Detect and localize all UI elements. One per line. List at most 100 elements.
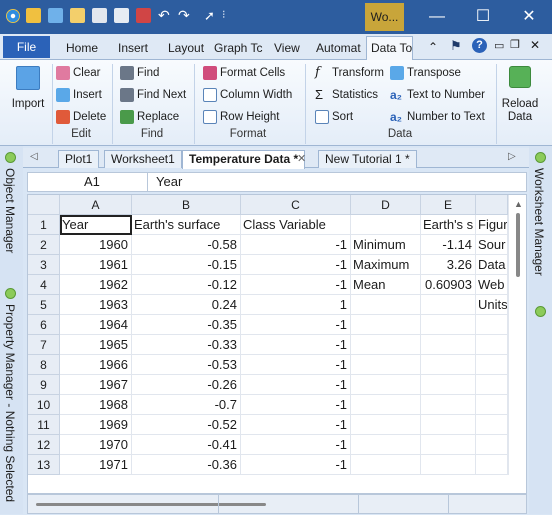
grid-cell[interactable]: -1 (241, 395, 351, 415)
close-tab-icon[interactable]: ✕ (297, 152, 306, 165)
grid-cell[interactable]: Sour (476, 235, 508, 255)
row-header[interactable]: 4 (28, 275, 60, 295)
grid-cell[interactable]: 1965 (60, 335, 132, 355)
grid-cell[interactable] (351, 295, 421, 315)
grid-cell[interactable] (421, 315, 476, 335)
new-workbook-icon[interactable] (48, 8, 63, 23)
grid-cell[interactable]: Earth's surface (132, 215, 241, 235)
reload-data-button[interactable]: Reload Data (500, 64, 540, 128)
property-manager-tab[interactable]: Property Manager - Nothing Selected (3, 304, 17, 514)
grid-cell[interactable]: -1 (241, 455, 351, 475)
grid-cell[interactable] (476, 415, 508, 435)
flag-icon[interactable]: ⚑ (450, 38, 462, 54)
grid-cell[interactable]: 1968 (60, 395, 132, 415)
import-button[interactable]: Import (10, 66, 46, 116)
grid-cell[interactable] (351, 335, 421, 355)
row-header[interactable]: 1 (28, 215, 60, 235)
row-header[interactable]: 10 (28, 395, 60, 415)
grid-cell[interactable] (351, 215, 421, 235)
grid-cell[interactable] (351, 415, 421, 435)
worksheet-manager-pin-icon[interactable] (535, 152, 546, 163)
tab-graph-tools[interactable]: Graph Tc (210, 38, 264, 60)
column-header[interactable]: C (241, 195, 351, 215)
close-button[interactable]: ✕ (506, 0, 552, 34)
worksheet-manager-bottom-pin-icon[interactable] (535, 306, 546, 317)
transpose-button[interactable]: Transpose (390, 64, 461, 82)
minimize-button[interactable]: — (414, 0, 460, 34)
grid-cell[interactable] (351, 395, 421, 415)
customize-qat-icon[interactable]: ⁝ (222, 8, 232, 23)
tab-file[interactable]: File (3, 36, 50, 58)
pointer-icon[interactable]: ➚ (204, 8, 219, 23)
grid-cell[interactable]: Maximum (351, 255, 421, 275)
horizontal-scroll-thumb[interactable] (36, 503, 266, 506)
grid-cell[interactable]: 1970 (60, 435, 132, 455)
grid-cell[interactable] (421, 355, 476, 375)
minimize-ribbon-icon[interactable]: ▭ (494, 39, 504, 52)
grid-cell[interactable] (351, 435, 421, 455)
window-title-tab[interactable]: Wo... (365, 3, 404, 31)
vertical-scrollbar[interactable]: ▲ (508, 195, 526, 475)
redo-icon[interactable]: ↷ (178, 8, 193, 23)
grid-cell[interactable]: -1 (241, 435, 351, 455)
grid-cell[interactable] (421, 415, 476, 435)
grid-cell[interactable]: -0.7 (132, 395, 241, 415)
transform-button[interactable]: 𝑓 Transform (315, 64, 384, 82)
select-all-corner[interactable] (28, 195, 60, 215)
undo-icon[interactable]: ↶ (158, 8, 173, 23)
text-to-number-button[interactable]: a₂ Text to Number (390, 86, 485, 104)
find-button[interactable]: Find (120, 64, 159, 82)
grid-cell[interactable] (476, 455, 508, 475)
grid-cell[interactable]: 1969 (60, 415, 132, 435)
grid-cell[interactable]: Mean (351, 275, 421, 295)
new-project-icon[interactable] (26, 8, 41, 23)
grid-cell[interactable] (351, 455, 421, 475)
replace-button[interactable]: Replace (120, 108, 179, 126)
grid-cell[interactable]: Web (476, 275, 508, 295)
grid-cell[interactable]: -1 (241, 315, 351, 335)
row-header[interactable]: 13 (28, 455, 60, 475)
row-header[interactable]: 3 (28, 255, 60, 275)
grid-cell[interactable]: Minimum (351, 235, 421, 255)
print-icon[interactable] (136, 8, 151, 23)
insert-button[interactable]: Insert (56, 86, 102, 104)
tab-layout[interactable]: Layout (164, 38, 208, 60)
grid-cell[interactable]: Figur (476, 215, 508, 235)
grid-cell[interactable]: 0.60903 (421, 275, 476, 295)
scroll-tabs-left-icon[interactable]: ◁ (30, 151, 38, 162)
grid-cell[interactable]: -1.14 (421, 235, 476, 255)
column-width-button[interactable]: Column Width (203, 86, 292, 104)
row-header[interactable]: 7 (28, 335, 60, 355)
open-icon[interactable] (92, 8, 107, 23)
scroll-thumb[interactable] (516, 213, 520, 277)
grid-cell[interactable]: 1964 (60, 315, 132, 335)
tab-view[interactable]: View (270, 38, 304, 60)
object-manager-tab[interactable]: Object Manager (3, 168, 17, 268)
row-header[interactable]: 11 (28, 415, 60, 435)
scroll-tabs-right-icon[interactable]: ▷ (508, 151, 516, 162)
tab-automation[interactable]: Automat (312, 38, 362, 60)
save-icon[interactable] (114, 8, 129, 23)
grid-cell[interactable]: Class Variable (241, 215, 351, 235)
grid-cell[interactable]: -1 (241, 235, 351, 255)
worksheet-manager-tab[interactable]: Worksheet Manager (532, 168, 546, 288)
scroll-up-arrow-icon[interactable]: ▲ (514, 199, 523, 209)
row-header[interactable]: 5 (28, 295, 60, 315)
row-header[interactable]: 9 (28, 375, 60, 395)
grid-cell[interactable]: 1 (241, 295, 351, 315)
grid-cell[interactable]: 1962 (60, 275, 132, 295)
grid-cell[interactable] (476, 355, 508, 375)
grid-cell[interactable] (421, 455, 476, 475)
grid-cell[interactable]: -1 (241, 375, 351, 395)
grid-cell[interactable] (476, 435, 508, 455)
grid-cell[interactable] (351, 355, 421, 375)
grid-cell[interactable]: -1 (241, 355, 351, 375)
grid-cell[interactable]: 1967 (60, 375, 132, 395)
tab-plot1[interactable]: Plot1 (58, 150, 100, 168)
column-header[interactable]: E (421, 195, 476, 215)
grid-cell[interactable]: -1 (241, 335, 351, 355)
tab-data-tools[interactable]: Data Toc (366, 36, 413, 61)
grid-cell[interactable]: -0.58 (132, 235, 241, 255)
grid-cell[interactable]: 1971 (60, 455, 132, 475)
grid-cell[interactable] (421, 395, 476, 415)
